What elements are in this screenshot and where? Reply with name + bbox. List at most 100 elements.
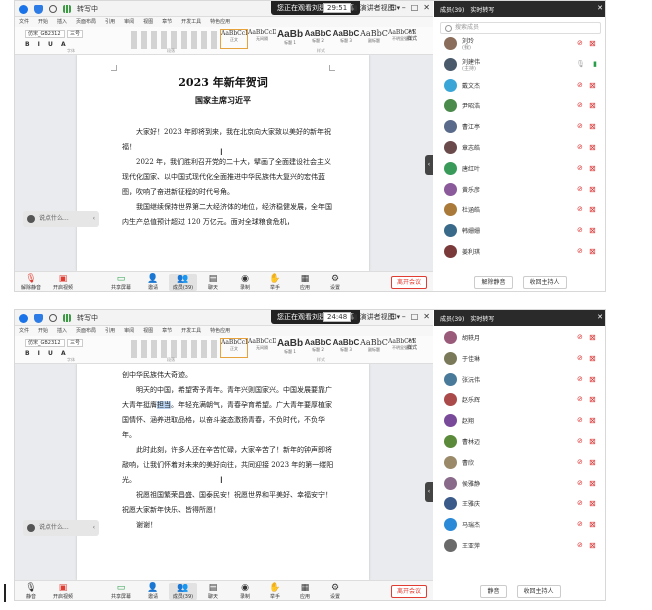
- record-button[interactable]: ◉ 录制: [231, 583, 259, 600]
- member-row[interactable]: 曹欣 ⊘ ⊠: [434, 453, 605, 474]
- raise-hand-button[interactable]: ✋ 举手: [261, 274, 289, 291]
- style-no-spacing[interactable]: AaBbCcDd无间隔: [248, 29, 276, 49]
- camera-off-icon[interactable]: ⊠: [589, 226, 597, 235]
- settings-button[interactable]: ⚙ 设置: [321, 583, 349, 600]
- menu-layout[interactable]: 页面布局: [76, 326, 96, 336]
- format-buttons[interactable]: B I U A: [25, 41, 69, 48]
- tab-transcript[interactable]: 实时转写: [470, 5, 494, 14]
- member-row[interactable]: 曹江亭 ⊘ ⊠: [434, 117, 605, 138]
- member-row[interactable]: 刘建伟 (主持) 🎙 ▮: [434, 55, 605, 76]
- chat-button[interactable]: ▤ 聊天: [199, 274, 227, 291]
- menu-layout[interactable]: 页面布局: [76, 17, 96, 27]
- minimize-icon[interactable]: –: [402, 3, 406, 12]
- camera-off-icon[interactable]: ⊠: [589, 247, 597, 256]
- menu-review[interactable]: 审阅: [124, 326, 134, 336]
- camera-off-icon[interactable]: ⊠: [589, 143, 597, 152]
- leave-meeting-button[interactable]: 离开会议: [390, 276, 427, 289]
- menu-developer[interactable]: 开发工具: [181, 17, 201, 27]
- record-button[interactable]: ◉ 录制: [231, 274, 259, 291]
- styles-editing-tools[interactable]: A✎ 样式: [407, 338, 417, 351]
- security-shield-icon[interactable]: [34, 313, 43, 323]
- menu-home[interactable]: 开始: [38, 17, 48, 27]
- style-heading-1[interactable]: AaBb 标题 1: [276, 338, 304, 358]
- member-row[interactable]: 姜利琪 ⊘ ⊠: [434, 242, 605, 263]
- styles-editing-tools[interactable]: A✎ 样式: [407, 29, 417, 42]
- member-row[interactable]: 曹林迈 ⊘ ⊠: [434, 432, 605, 453]
- paragraph-tools[interactable]: [131, 31, 217, 49]
- member-row[interactable]: 杜涵皓 ⊘ ⊠: [434, 200, 605, 221]
- style-heading-1[interactable]: AaBb 标题 1: [276, 29, 304, 49]
- member-row[interactable]: 戴文杰 ⊘ ⊠: [434, 76, 605, 97]
- side-collapse-handle[interactable]: ‹: [425, 482, 433, 502]
- camera-icon[interactable]: ▮: [593, 60, 597, 68]
- menu-file[interactable]: 文件: [19, 326, 29, 336]
- style-no-spacing[interactable]: AaBbCcDd无间隔: [248, 338, 276, 358]
- style-normal[interactable]: AaBbCcDd正文: [220, 29, 248, 49]
- style-subtitle[interactable]: AaBbC 副标题: [360, 338, 388, 358]
- mute-button[interactable]: 🎙 静音: [17, 583, 45, 600]
- transcribing-status[interactable]: 转写中: [77, 4, 98, 14]
- menu-review[interactable]: 审阅: [124, 17, 134, 27]
- member-row[interactable]: 张沅伟 ⊘ ⊠: [434, 370, 605, 391]
- chat-input-popup[interactable]: 说点什么... ‹: [23, 520, 99, 536]
- camera-off-icon[interactable]: ⊠: [589, 375, 597, 384]
- mic-off-icon[interactable]: ⊘: [577, 143, 585, 152]
- style-subtitle[interactable]: AaBbC 副标题: [360, 29, 388, 49]
- maximize-icon[interactable]: □: [411, 312, 419, 321]
- side-collapse-handle[interactable]: ‹: [425, 155, 433, 175]
- menu-insert[interactable]: 插入: [57, 326, 67, 336]
- tab-transcript[interactable]: 实时转写: [470, 314, 494, 323]
- chevron-left-icon[interactable]: ‹: [93, 211, 95, 227]
- close-icon[interactable]: ✕: [597, 313, 603, 321]
- mic-off-icon[interactable]: ⊘: [577, 479, 585, 488]
- member-row[interactable]: 韩姗姗 ⊘ ⊠: [434, 221, 605, 242]
- unmute-button[interactable]: 🎙 解除静音: [17, 274, 45, 291]
- document-scroll-area[interactable]: 2023 年新年贺词 国家主席习近平 大家好！2023 年即将到来，我在北京向大…: [15, 55, 433, 271]
- camera-off-icon[interactable]: ⊠: [589, 416, 597, 425]
- document-scroll-area[interactable]: 创中华民族伟大奇迹。 明天的中国，希望寄予青年。青年兴则国家兴。中国发展要靠广大…: [15, 364, 433, 580]
- document-page[interactable]: 创中华民族伟大奇迹。 明天的中国，希望寄予青年。青年兴则国家兴。中国发展要靠广大…: [77, 364, 369, 580]
- chat-input-popup[interactable]: 说点什么... ‹: [23, 211, 99, 227]
- paragraph-tools[interactable]: [131, 340, 217, 358]
- mic-icon[interactable]: 🎙: [576, 60, 585, 68]
- mic-off-icon[interactable]: ⊘: [577, 458, 585, 467]
- close-icon[interactable]: ✕: [423, 312, 430, 321]
- pin-icon[interactable]: ⊡: [390, 3, 397, 12]
- camera-off-icon[interactable]: ⊠: [589, 122, 597, 131]
- start-video-button[interactable]: ▣ 开启视频: [49, 274, 77, 291]
- reclaim-host-button[interactable]: 收回主持人: [522, 275, 567, 289]
- apps-button[interactable]: ▦ 应用: [291, 274, 319, 291]
- menu-developer[interactable]: 开发工具: [181, 326, 201, 336]
- mic-off-icon[interactable]: ⊘: [577, 375, 585, 384]
- member-row[interactable]: 章志皓 ⊘ ⊠: [434, 138, 605, 159]
- camera-off-icon[interactable]: ⊠: [589, 81, 597, 90]
- mic-off-icon[interactable]: ⊘: [577, 81, 585, 90]
- format-buttons[interactable]: B I U A: [25, 350, 69, 357]
- member-row[interactable]: 王亚萍 ⊘ ⊠: [434, 536, 605, 557]
- camera-off-icon[interactable]: ⊠: [589, 479, 597, 488]
- font-name-select[interactable]: 仿宋_GB2312: [25, 30, 65, 38]
- camera-off-icon[interactable]: ⊠: [589, 499, 597, 508]
- document-page[interactable]: 2023 年新年贺词 国家主席习近平 大家好！2023 年即将到来，我在北京向大…: [77, 55, 369, 271]
- unmute-all-button[interactable]: 解除静音: [474, 275, 513, 289]
- mic-off-icon[interactable]: ⊘: [577, 395, 585, 404]
- style-heading-2[interactable]: AaBbC 标题 2: [304, 338, 332, 358]
- invite-button[interactable]: 👤 邀请: [139, 583, 167, 600]
- camera-off-icon[interactable]: ⊠: [589, 354, 597, 363]
- pin-icon[interactable]: ⊡: [390, 312, 397, 321]
- info-icon[interactable]: [49, 5, 57, 13]
- menu-insert[interactable]: 插入: [57, 17, 67, 27]
- camera-off-icon[interactable]: ⊠: [589, 101, 597, 110]
- member-row[interactable]: 王雅庆 ⊘ ⊠: [434, 494, 605, 515]
- member-row[interactable]: 尹昭浩 ⊘ ⊠: [434, 96, 605, 117]
- menu-features[interactable]: 特色应用: [210, 17, 230, 27]
- mic-off-icon[interactable]: ⊘: [577, 354, 585, 363]
- leave-meeting-button[interactable]: 离开会议: [390, 585, 427, 598]
- style-normal[interactable]: AaBbCcDd正文: [220, 338, 248, 358]
- style-heading-3[interactable]: AaBbC 标题 3: [332, 338, 360, 358]
- camera-off-icon[interactable]: ⊠: [589, 520, 597, 529]
- mic-off-icon[interactable]: ⊘: [577, 416, 585, 425]
- share-screen-button[interactable]: ▭ 共享屏幕: [107, 583, 135, 600]
- menu-home[interactable]: 开始: [38, 326, 48, 336]
- menu-references[interactable]: 引用: [105, 326, 115, 336]
